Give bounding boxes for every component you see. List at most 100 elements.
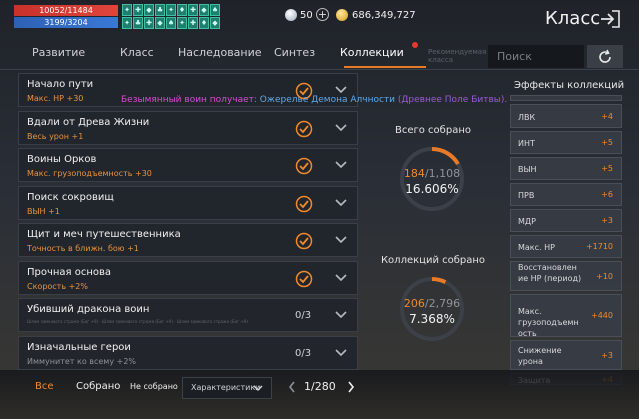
collection-bonus: Макс. НР +30 [27, 94, 84, 103]
effect-row: Макс. НР +1710 [510, 235, 622, 258]
gold-coin-icon [336, 9, 348, 21]
total-all: /1,108 [424, 167, 461, 180]
buff-icon[interactable]: ♠ [166, 17, 176, 29]
collection-name: Щит и меч путешественника [27, 229, 181, 240]
announcement-item: Ожерелье Демона Алчности [259, 95, 395, 105]
collection-row[interactable]: Щит и меч путешественника Точность в ближ… [18, 223, 358, 257]
tab-inheritance[interactable]: Наследование [178, 46, 262, 59]
effect-row: Восстановлен ие НР (период) +10 [510, 261, 622, 291]
filter-collected-button[interactable]: Собрано [76, 381, 120, 392]
hp-bar: 10052/11484 [14, 5, 118, 16]
collection-name: Начало пути [27, 79, 94, 90]
effect-value: +3 [601, 350, 613, 360]
buff-icon[interactable]: ♠ [210, 4, 220, 16]
buff-icon[interactable]: ✦ [177, 17, 187, 29]
completed-check-icon [295, 157, 313, 175]
collection-name: Прочная основа [27, 266, 112, 278]
tab-collections[interactable]: Коллекции [340, 46, 404, 59]
effect-value: +5 [601, 164, 613, 173]
completed-check-icon [295, 270, 313, 287]
effect-label: ИНТ [518, 139, 535, 148]
filter-not-collected-button[interactable]: Не собрано [130, 382, 178, 391]
expand-chevron-icon[interactable] [335, 311, 347, 319]
collection-bonus: Макс. грузоподъемность +30 [27, 169, 152, 178]
buff-icon[interactable]: ◆ [144, 4, 154, 16]
buff-icon[interactable]: ♦ [199, 17, 209, 29]
collections-collected-label: Коллекций собрано [380, 255, 486, 266]
tab-synthesis[interactable]: Синтез [274, 46, 315, 59]
effects-list[interactable]: ЛВК +4 ИНТ +5 ВЫН +5 ПРВ +6 МДР +3 Макс. НР +1710 Во… [510, 95, 622, 388]
expand-chevron-icon[interactable] [335, 348, 347, 357]
exit-icon[interactable] [599, 10, 621, 28]
collection-bonus: Иммунитет ко всему +2% [27, 356, 137, 366]
expand-chevron-icon[interactable] [335, 86, 347, 94]
collection-row[interactable]: Поиск сокровищ ВЫН +1 [18, 185, 358, 220]
collection-row[interactable]: Убивший дракона воин Шлем замкового страж… [18, 298, 358, 332]
buff-icon[interactable]: ♣ [133, 17, 143, 29]
effect-row: Снижение урона +3 [510, 340, 622, 370]
effect-label: ПРВ [518, 191, 535, 200]
tab-development[interactable]: Развитие [32, 46, 85, 59]
buff-icon[interactable]: ✚ [188, 17, 198, 29]
buff-icon[interactable]: ✚ [144, 17, 154, 29]
collection-bonus: ВЫН +1 [27, 206, 60, 216]
total-percent: 16.606% [405, 182, 459, 196]
collection-row[interactable]: Воины Орков Макс. грузоподъемность +30 [18, 148, 358, 182]
effect-row: ВЫН +5 [510, 157, 622, 180]
effects-title: Эффекты коллекций [514, 80, 625, 91]
collection-bonus: Весь урон +1 [27, 131, 84, 141]
tab-bar: Развитие Класс Наследование Синтез Колле… [14, 42, 486, 68]
collection-row[interactable]: Прочная основа Скорость +2% [18, 260, 358, 295]
buff-icon[interactable]: ◆ [210, 17, 220, 29]
expand-chevron-icon[interactable] [335, 273, 347, 282]
effect-row: Макс. грузоподъемн ость +440 [510, 294, 622, 338]
notification-dot [412, 42, 418, 48]
effect-value: +4 [601, 111, 613, 121]
effect-value: +1710 [585, 242, 613, 251]
effect-row: ЛВК +4 [510, 104, 622, 128]
total-have: 184 [403, 167, 425, 180]
buff-icon[interactable]: ✦ [122, 4, 132, 16]
expand-chevron-icon[interactable] [335, 123, 347, 132]
filter-all-button[interactable]: Все [35, 381, 54, 392]
search-input[interactable] [488, 45, 584, 68]
buff-icon[interactable]: ◆ [199, 4, 209, 16]
effect-label: Восстановлен ие НР (период) [518, 263, 582, 283]
refresh-button[interactable] [587, 45, 623, 68]
effect-label: Макс. грузоподъемн ость [518, 306, 579, 338]
collection-progress: 0/3 [295, 347, 312, 359]
buff-icon[interactable]: ✚ [188, 4, 198, 16]
refresh-icon [599, 49, 611, 63]
buff-icon[interactable]: ◆ [155, 17, 165, 29]
effect-value: +5 [601, 138, 613, 147]
expand-chevron-icon[interactable] [335, 161, 347, 169]
prev-page-icon[interactable] [288, 381, 296, 393]
collection-requirements: Шлем замкового стража (Бог +9) · Шлем за… [27, 319, 248, 324]
buff-icon[interactable]: ✦ [122, 17, 132, 29]
collection-list: Начало пути Макс. НР +30 Вдали от Древа Жи… [18, 73, 358, 373]
system-announcement: Безымянный воин получает: Ожерелье Демон… [121, 95, 507, 105]
add-diamonds-button[interactable]: + [316, 8, 329, 21]
tab-class[interactable]: Класс [120, 46, 154, 59]
buff-icon[interactable]: ✚ [133, 4, 143, 16]
effect-value: +440 [591, 311, 613, 320]
completed-check-icon [295, 232, 313, 250]
effect-label: Макс. НР [518, 243, 555, 252]
effect-value: +3 [601, 216, 613, 225]
collection-progress: 0/3 [295, 310, 312, 321]
collections-have: 206 [403, 297, 425, 310]
collection-name: Убивший дракона воин [27, 304, 150, 315]
stats-dropdown[interactable]: Характеристики [182, 377, 272, 399]
buff-icon[interactable]: ♦ [177, 4, 187, 16]
expand-chevron-icon[interactable] [335, 236, 347, 244]
buff-icon[interactable]: ♣ [155, 4, 165, 16]
next-page-icon[interactable] [347, 381, 355, 393]
effect-value: +6 [601, 190, 613, 199]
expand-chevron-icon[interactable] [335, 198, 347, 207]
effect-row: ИНТ +5 [510, 131, 622, 154]
buff-icon[interactable]: ✦ [166, 4, 176, 16]
collection-row[interactable]: Изначальные герои Иммунитет ко всему +2% 0… [18, 335, 358, 370]
total-collected-label: Всего собрано [395, 125, 471, 136]
chevron-down-icon [253, 385, 263, 392]
collection-row[interactable]: Вдали от Древа Жизни Весь урон +1 [18, 110, 358, 145]
